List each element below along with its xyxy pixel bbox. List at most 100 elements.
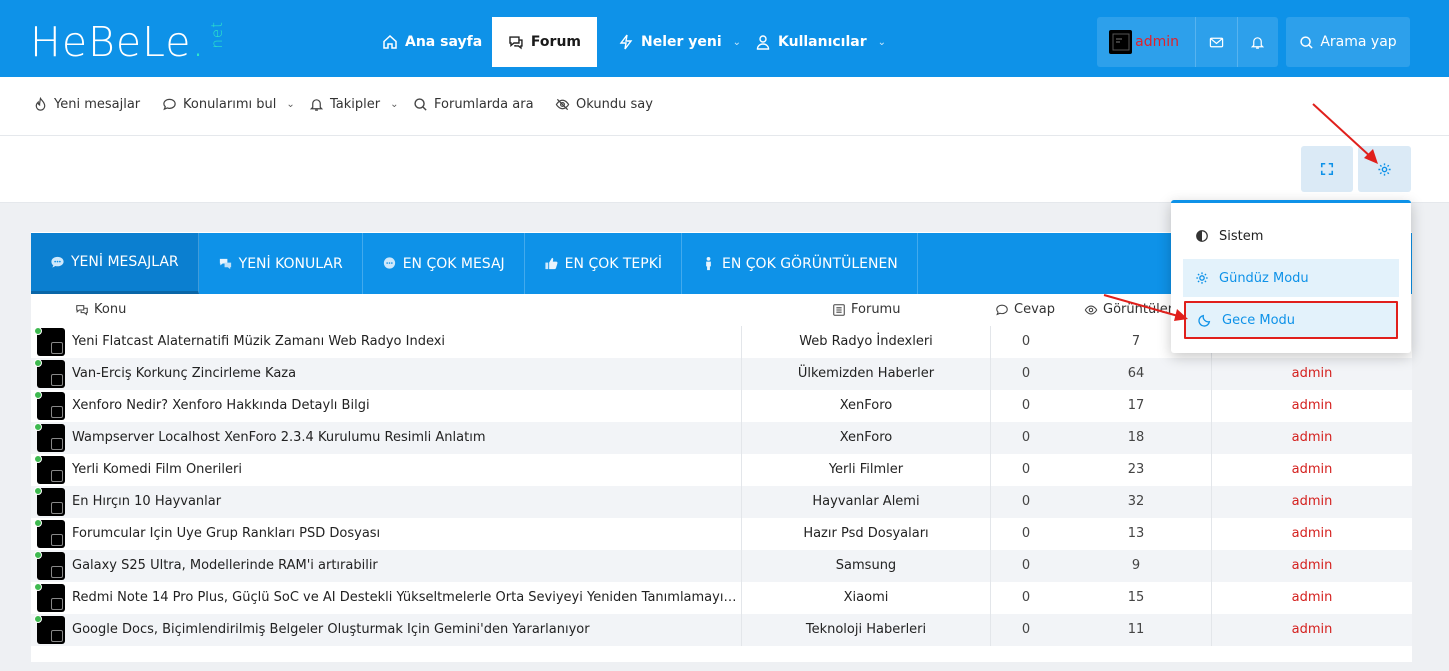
tab-most-messages[interactable]: EN ÇOK MESAJ: [363, 233, 525, 294]
thread-title-link[interactable]: Galaxy S25 Ultra, Modellerinde RAM'i art…: [72, 558, 740, 573]
fullscreen-button[interactable]: [1301, 146, 1353, 192]
thread-title-link[interactable]: Wampserver Localhost XenForo 2.3.4 Kurul…: [72, 430, 740, 445]
forum-link[interactable]: Hayvanlar Alemi: [741, 486, 991, 518]
alerts-button[interactable]: [1237, 17, 1278, 67]
theme-dropdown: Sistem Gündüz Modu Gece Modu: [1171, 200, 1411, 353]
logo-net: net: [207, 21, 226, 49]
logo-text: HeBeLe: [30, 18, 192, 66]
theme-dark-option[interactable]: Gece Modu: [1184, 301, 1398, 339]
search-icon: [1300, 35, 1313, 49]
search-button[interactable]: Arama yap: [1286, 17, 1410, 67]
subnav-find-threads[interactable]: Konularımı bul ⌄: [162, 97, 295, 112]
envelope-icon: [1209, 37, 1223, 47]
forum-link[interactable]: Teknoloji Haberleri: [741, 614, 991, 646]
thread-title-link[interactable]: Yeni Flatcast Alaternatifi Müzik Zamanı …: [72, 334, 740, 349]
reply-count: 0: [1021, 494, 1031, 509]
thread-title-link[interactable]: Redmi Note 14 Pro Plus, Güçlü SoC ve AI …: [72, 590, 740, 605]
thread-title-link[interactable]: Van-Erciş Korkunç Zincirleme Kaza: [72, 366, 740, 381]
home-icon: [383, 34, 397, 49]
subnav-search-forums[interactable]: Forumlarda ara: [413, 97, 534, 112]
table-row[interactable]: Xenforo Nedir? Xenforo Hakkında Detaylı …: [31, 390, 1412, 422]
unread-indicator: [34, 391, 42, 399]
forum-link[interactable]: Web Radyo İndexleri: [741, 326, 991, 358]
forum-link[interactable]: XenForo: [741, 422, 991, 454]
lightning-icon: [619, 34, 633, 50]
forum-link[interactable]: Samsung: [741, 550, 991, 582]
comments-icon: [76, 304, 88, 315]
reply-count: 0: [1021, 430, 1031, 445]
bell-icon: [1251, 36, 1265, 49]
thread-title-link[interactable]: Google Docs, Biçimlendirilmiş Belgeler O…: [72, 622, 740, 637]
last-poster-link[interactable]: admin: [1211, 486, 1412, 518]
tab-new-posts[interactable]: YENİ MESAJLAR: [31, 233, 199, 294]
table-row[interactable]: Van-Erciş Korkunç Zincirleme Kaza Ülkemiz…: [31, 358, 1412, 390]
site-logo[interactable]: HeBeLe. net: [30, 18, 226, 66]
forum-link[interactable]: Ülkemizden Haberler: [741, 358, 991, 390]
reply-count: 0: [1021, 558, 1031, 573]
avatar-image-icon: [1112, 33, 1130, 51]
thread-title-link[interactable]: En Hırçın 10 Hayvanlar: [72, 494, 740, 509]
subnav-mark-read[interactable]: Okundu say: [555, 97, 653, 112]
nav-home[interactable]: Ana sayfa: [366, 17, 498, 67]
moon-icon: [1198, 314, 1211, 327]
inbox-button[interactable]: [1196, 17, 1237, 67]
theme-settings-button[interactable]: [1358, 146, 1411, 192]
view-count: 64: [1127, 366, 1145, 381]
subnav-new-posts[interactable]: Yeni mesajlar: [33, 97, 140, 112]
chevron-down-icon: ⌄: [390, 99, 399, 110]
chat-icon: [509, 36, 523, 50]
reply-count: 0: [1021, 622, 1031, 637]
last-poster-link[interactable]: admin: [1211, 518, 1412, 550]
last-poster-link[interactable]: admin: [1211, 582, 1412, 614]
last-poster-link[interactable]: admin: [1211, 390, 1412, 422]
nav-forum[interactable]: Forum: [492, 17, 597, 67]
view-count: 9: [1131, 558, 1141, 573]
table-row[interactable]: Galaxy S25 Ultra, Modellerinde RAM'i art…: [31, 550, 1412, 582]
theme-system-option[interactable]: Sistem: [1183, 217, 1399, 255]
tab-new-threads[interactable]: YENİ KONULAR: [199, 233, 363, 294]
nav-users[interactable]: Kullanıcılar ⌄: [739, 17, 902, 67]
last-poster-link[interactable]: admin: [1211, 550, 1412, 582]
unread-indicator: [34, 327, 42, 335]
reply-count: 0: [1021, 334, 1031, 349]
tab-most-reactions[interactable]: EN ÇOK TEPKİ: [525, 233, 683, 294]
bell-icon: [309, 99, 324, 111]
last-poster-link[interactable]: admin: [1211, 454, 1412, 486]
last-poster-link[interactable]: admin: [1211, 614, 1412, 646]
eye-slash-icon: [555, 98, 570, 111]
table-row[interactable]: En Hırçın 10 Hayvanlar Hayvanlar Alemi 0 32…: [31, 486, 1412, 518]
table-row[interactable]: Google Docs, Biçimlendirilmiş Belgeler O…: [31, 614, 1412, 646]
list-icon: [833, 303, 845, 316]
table-row[interactable]: Redmi Note 14 Pro Plus, Güçlü SoC ve AI …: [31, 582, 1412, 614]
subnav-watched[interactable]: Takipler ⌄: [309, 97, 399, 112]
unread-indicator: [34, 615, 42, 623]
table-row[interactable]: Forumcular İçin Üye Grup Rankları PSD Do…: [31, 518, 1412, 550]
thread-title-link[interactable]: Forumcular İçin Üye Grup Rankları PSD Do…: [72, 526, 740, 541]
table-row[interactable]: Wampserver Localhost XenForo 2.3.4 Kurul…: [31, 422, 1412, 454]
unread-indicator: [34, 519, 42, 527]
view-count: 32: [1127, 494, 1145, 509]
unread-indicator: [34, 423, 42, 431]
theme-light-option[interactable]: Gündüz Modu: [1183, 259, 1399, 297]
nav-whats-new[interactable]: Neler yeni ⌄: [602, 17, 757, 67]
forum-link[interactable]: Xiaomi: [741, 582, 991, 614]
table-row[interactable]: Yerli Komedi Film Önerileri Yerli Filmler…: [31, 454, 1412, 486]
chat-bubbles-icon: [219, 258, 231, 270]
view-count: 7: [1131, 334, 1141, 349]
thread-title-link[interactable]: Yerli Komedi Film Önerileri: [72, 462, 740, 477]
view-count: 13: [1127, 526, 1145, 541]
forum-link[interactable]: Hazır Psd Dosyaları: [741, 518, 991, 550]
last-poster-link[interactable]: admin: [1211, 358, 1412, 390]
sub-navbar: Yeni mesajlar Konularımı bul ⌄ Takipler …: [0, 77, 1449, 136]
last-poster-link[interactable]: admin: [1211, 422, 1412, 454]
view-count: 18: [1127, 430, 1145, 445]
view-count: 23: [1127, 462, 1145, 477]
username-link[interactable]: admin: [1135, 34, 1195, 50]
tab-most-viewed[interactable]: EN ÇOK GÖRÜNTÜLENEN: [682, 233, 918, 294]
reply-count: 0: [1021, 398, 1031, 413]
forum-link[interactable]: XenForo: [741, 390, 991, 422]
avatar[interactable]: [1109, 30, 1133, 54]
thread-title-link[interactable]: Xenforo Nedir? Xenforo Hakkında Detaylı …: [72, 398, 740, 413]
forum-link[interactable]: Yerli Filmler: [741, 454, 991, 486]
column-topic: Konu: [75, 302, 126, 317]
